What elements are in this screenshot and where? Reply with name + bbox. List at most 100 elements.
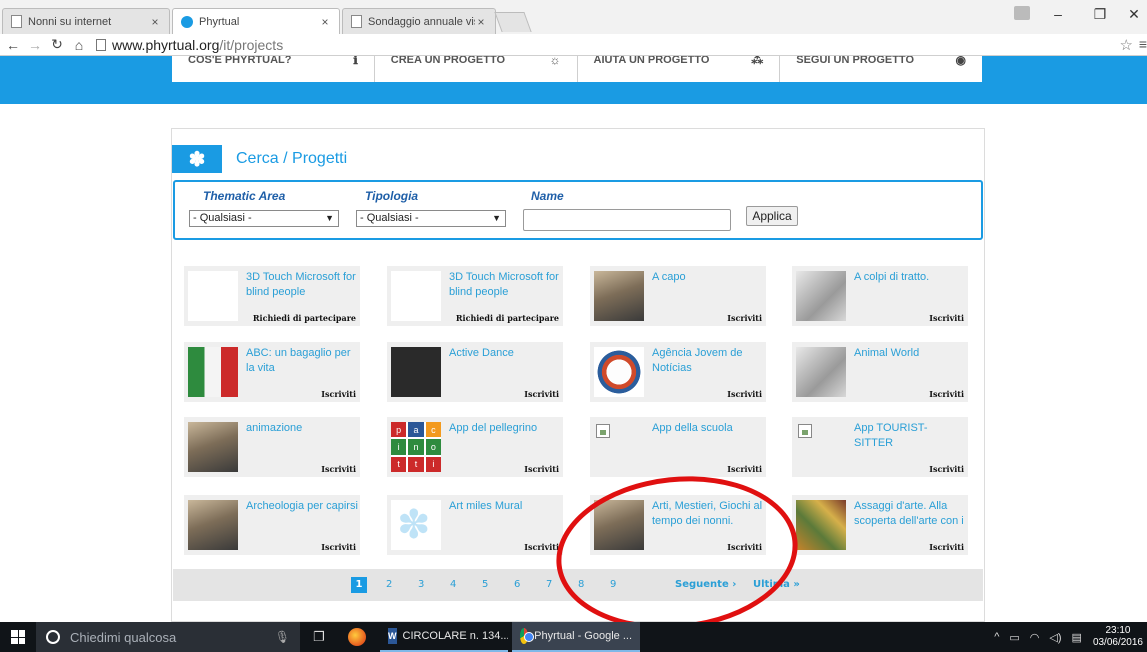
project-card[interactable]: p a c i n o t t i App del pellegrino Iscriviti xyxy=(387,417,563,477)
forward-arrow-icon[interactable]: → xyxy=(26,37,44,53)
reload-icon[interactable]: ↻ xyxy=(48,36,66,53)
subscribe-link[interactable]: Iscriviti xyxy=(321,389,356,399)
project-thumbnail[interactable] xyxy=(594,271,644,321)
subscribe-link[interactable]: Iscriviti xyxy=(524,542,559,552)
page-link[interactable]: 4 xyxy=(450,579,456,590)
wifi-icon[interactable]: ◠ xyxy=(1030,631,1040,644)
page-link[interactable]: 7 xyxy=(546,579,552,590)
tab-phyrtual[interactable]: Phyrtual × xyxy=(172,8,340,34)
user-profile-icon[interactable] xyxy=(1014,6,1030,20)
project-title-link[interactable]: A capo xyxy=(652,270,764,285)
page-link[interactable]: 6 xyxy=(514,579,520,590)
project-card[interactable]: Assaggi d'arte. Alla scoperta dell'arte … xyxy=(792,495,968,555)
task-view-icon[interactable]: ❐ xyxy=(300,622,338,652)
nav-item-aiuta-un-progetto[interactable]: AIUTA UN PROGETTO ⁂ xyxy=(578,56,781,82)
subscribe-link[interactable]: Iscriviti xyxy=(929,464,964,474)
project-card[interactable]: Active Dance Iscriviti xyxy=(387,342,563,402)
window-close-icon[interactable]: ✕ xyxy=(1120,6,1147,23)
project-title-link[interactable]: 3D Touch Microsoft for blind people xyxy=(449,270,561,300)
request-join-link[interactable]: Richiedi di partecipare xyxy=(253,313,356,323)
project-card[interactable]: ABC: un bagaglio per la vita Iscriviti xyxy=(184,342,360,402)
bookmark-star-icon[interactable]: ☆ xyxy=(1120,36,1133,54)
address-bar[interactable]: www.phyrtual.org/it/projects xyxy=(96,37,283,53)
subscribe-link[interactable]: Iscriviti xyxy=(929,313,964,323)
apply-button[interactable]: Applica xyxy=(746,206,798,226)
project-thumbnail[interactable]: pacinotti xyxy=(391,422,441,472)
page-current[interactable]: 1 xyxy=(351,577,367,593)
project-thumbnail[interactable] xyxy=(188,500,238,550)
project-thumbnail[interactable] xyxy=(188,422,238,472)
microphone-icon[interactable]: 🎙 xyxy=(275,630,290,644)
name-input[interactable] xyxy=(523,209,731,231)
subscribe-link[interactable]: Iscriviti xyxy=(727,389,762,399)
battery-icon[interactable]: ▭ xyxy=(1009,631,1019,644)
subscribe-link[interactable]: Iscriviti xyxy=(929,389,964,399)
volume-icon[interactable]: ◁) xyxy=(1049,631,1061,644)
tipologia-select[interactable]: - Qualsiasi - ▼ xyxy=(356,210,506,227)
page-link[interactable]: 5 xyxy=(482,579,488,590)
page-link[interactable]: 3 xyxy=(418,579,424,590)
cortana-search-box[interactable]: Chiedimi qualcosa 🎙 xyxy=(36,622,300,652)
taskbar-app-word[interactable]: W CIRCOLARE n. 134.... xyxy=(380,622,508,652)
minimize-icon[interactable]: – xyxy=(1044,6,1072,22)
project-title-link[interactable]: Active Dance xyxy=(449,346,561,361)
subscribe-link[interactable]: Iscriviti xyxy=(524,464,559,474)
project-card[interactable]: ✽ Art miles Mural Iscriviti xyxy=(387,495,563,555)
project-thumbnail[interactable] xyxy=(188,347,238,397)
project-thumbnail[interactable] xyxy=(796,347,846,397)
project-card[interactable]: App TOURIST-SITTER Iscriviti xyxy=(792,417,968,477)
project-thumbnail[interactable] xyxy=(594,422,644,472)
nav-item-segui-un-progetto[interactable]: SEGUI UN PROGETTO ◉ xyxy=(780,56,982,82)
project-title-link[interactable]: App del pellegrino xyxy=(449,421,561,436)
nav-item-crea-un-progetto[interactable]: CREA UN PROGETTO ☼ xyxy=(375,56,578,82)
nav-item-cos-e-phyrtual[interactable]: COS'È PHYRTUAL? ℹ xyxy=(172,56,375,82)
project-thumbnail[interactable] xyxy=(796,271,846,321)
home-icon[interactable]: ⌂ xyxy=(70,37,88,53)
project-card[interactable]: Animal World Iscriviti xyxy=(792,342,968,402)
project-title-link[interactable]: A colpi di tratto. xyxy=(854,270,966,285)
project-title-link[interactable]: Archeologia per capirsi xyxy=(246,499,358,514)
project-title-link[interactable]: Animal World xyxy=(854,346,966,361)
tab-nonni-su-internet[interactable]: Nonni su internet × xyxy=(2,8,170,34)
subscribe-link[interactable]: Iscriviti xyxy=(321,464,356,474)
subscribe-link[interactable]: Iscriviti xyxy=(727,313,762,323)
project-title-link[interactable]: 3D Touch Microsoft for blind people xyxy=(246,270,358,300)
project-title-link[interactable]: animazione xyxy=(246,421,358,436)
project-thumbnail[interactable] xyxy=(796,422,846,472)
subscribe-link[interactable]: Iscriviti xyxy=(929,542,964,552)
thematic-area-select[interactable]: - Qualsiasi - ▼ xyxy=(189,210,339,227)
clock[interactable]: 23:10 03/06/2016 xyxy=(1093,625,1143,649)
restore-icon[interactable]: ❐ xyxy=(1086,6,1114,23)
taskbar-app-chrome[interactable]: Phyrtual - Google ... xyxy=(512,622,640,652)
project-card[interactable]: A colpi di tratto. Iscriviti xyxy=(792,266,968,326)
project-card[interactable]: animazione Iscriviti xyxy=(184,417,360,477)
firefox-taskbar-button[interactable] xyxy=(338,622,376,652)
start-button[interactable] xyxy=(0,622,36,652)
notifications-icon[interactable]: ▤ xyxy=(1072,631,1082,644)
project-card[interactable]: App della scuola Iscriviti xyxy=(590,417,766,477)
project-thumbnail[interactable] xyxy=(796,500,846,550)
menu-icon[interactable]: ≡ xyxy=(1139,36,1147,52)
project-card[interactable]: Archeologia per capirsi Iscriviti xyxy=(184,495,360,555)
close-icon[interactable]: × xyxy=(319,15,331,29)
page-link[interactable]: 2 xyxy=(386,579,392,590)
project-title-link[interactable]: App TOURIST-SITTER xyxy=(854,421,966,451)
back-arrow-icon[interactable]: ← xyxy=(4,37,22,53)
close-icon[interactable]: × xyxy=(475,15,487,29)
project-card[interactable]: 3D Touch Microsoft for blind people Richi… xyxy=(184,266,360,326)
tab-sondaggio[interactable]: Sondaggio annuale visitat × xyxy=(342,8,496,34)
project-thumbnail[interactable]: ✽ xyxy=(391,500,441,550)
project-title-link[interactable]: ABC: un bagaglio per la vita xyxy=(246,346,358,376)
project-card[interactable]: 3D Touch Microsoft for blind people Richi… xyxy=(387,266,563,326)
chevron-up-icon[interactable]: ^ xyxy=(994,631,999,643)
project-thumbnail[interactable] xyxy=(391,347,441,397)
project-card[interactable]: A capo Iscriviti xyxy=(590,266,766,326)
project-title-link[interactable]: Agência Jovem de Notícias xyxy=(652,346,764,376)
page-info-icon[interactable] xyxy=(96,38,106,51)
close-icon[interactable]: × xyxy=(149,15,161,29)
project-thumbnail[interactable] xyxy=(188,271,238,321)
subscribe-link[interactable]: Iscriviti xyxy=(524,389,559,399)
project-title-link[interactable]: Assaggi d'arte. Alla scoperta dell'arte … xyxy=(854,499,966,529)
new-tab-button[interactable] xyxy=(494,12,532,32)
project-card[interactable]: Agência Jovem de Notícias Iscriviti xyxy=(590,342,766,402)
